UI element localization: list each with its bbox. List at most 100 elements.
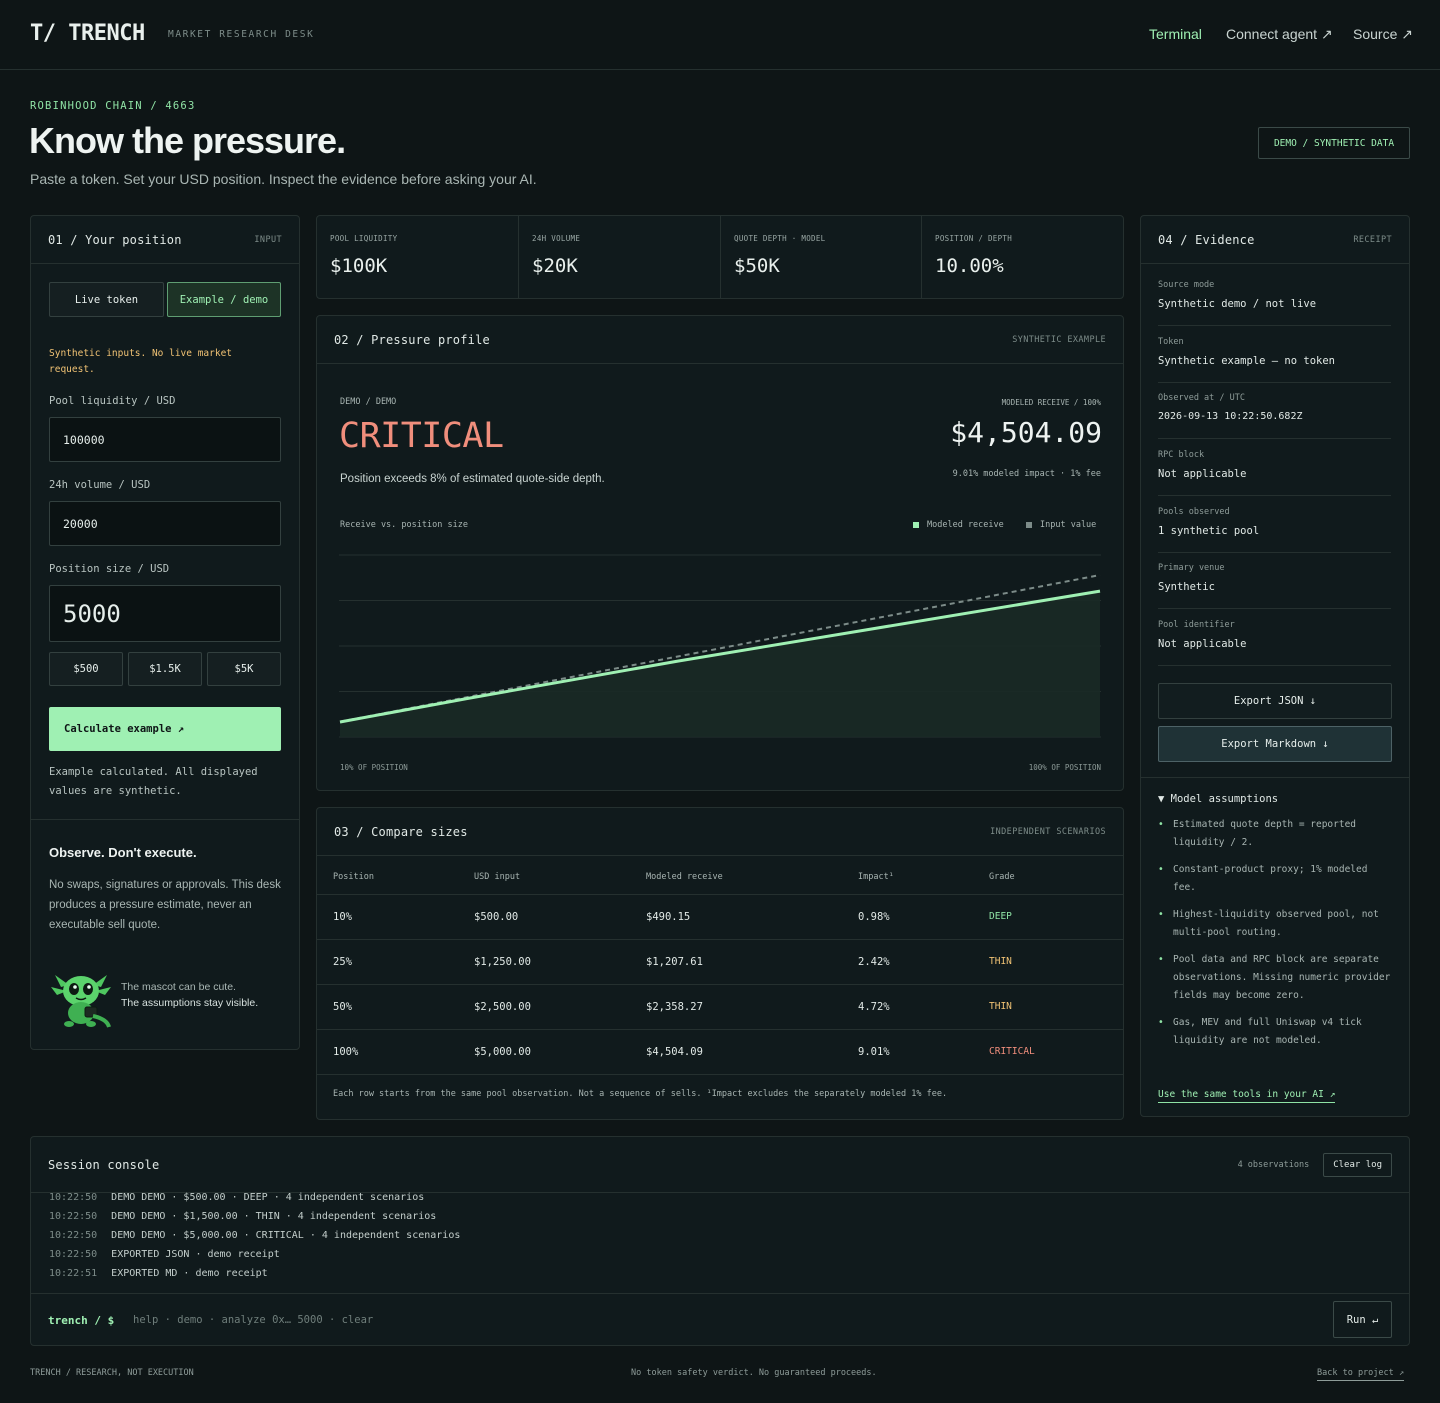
console-log: 10:22:50 DEMO DEMO · $500.00 · DEEP · 4 i…	[49, 1192, 460, 1287]
log-line: 10:22:50 DEMO DEMO · $5,000.00 · CRITICAL…	[49, 1230, 460, 1249]
export-json-label: Export JSON ↓	[1233, 695, 1317, 707]
assumptions-list: Estimated quote depth = reported liquidi…	[1158, 816, 1393, 1059]
export-json-button[interactable]: Export JSON ↓	[1158, 683, 1392, 719]
log-line: 10:22:50 DEMO DEMO · $500.00 · DEEP · 4 i…	[49, 1192, 460, 1211]
cell-receive: $490.15	[630, 894, 842, 940]
log-text: DEMO DEMO · $1,500.00 · THIN · 4 indepen…	[111, 1211, 437, 1222]
cell-position: 25%	[317, 939, 458, 985]
cell-impact: 9.01%	[842, 1029, 973, 1075]
compare-header: 03 / Compare sizes INDEPENDENT SCENARIOS	[317, 808, 1123, 856]
mascot-image	[47, 961, 115, 1031]
position-tag: INPUT	[254, 234, 282, 245]
cell-grade: THIN	[973, 939, 1123, 985]
legend-receive-label: Modeled receive	[927, 520, 1004, 530]
run-button[interactable]: Run ↵	[1333, 1301, 1392, 1338]
preset-500-button[interactable]: $500	[49, 652, 123, 686]
size-value: 5000	[63, 599, 121, 628]
evidence-header: 04 / Evidence RECEIPT	[1141, 216, 1409, 264]
col-modeled-receive: Modeled receive	[630, 860, 842, 895]
grade-critical: CRITICAL	[339, 416, 504, 456]
evidence-value: Not applicable	[1158, 468, 1247, 480]
evidence-label: Primary venue	[1158, 563, 1225, 573]
nav-source[interactable]: Source ↗	[1353, 26, 1413, 43]
mascot-caption-2: The assumptions stay visible.	[121, 997, 259, 1009]
evidence-value: Not applicable	[1158, 638, 1247, 650]
size-label: Position size / USD	[49, 563, 170, 575]
clear-log-button[interactable]: Clear log	[1323, 1152, 1392, 1177]
evidence-value: Synthetic demo / not live	[1158, 298, 1317, 310]
nav-terminal[interactable]: Terminal	[1149, 26, 1202, 42]
footer-left: TRENCH / RESEARCH, NOT EXECUTION	[30, 1368, 194, 1378]
cell-impact: 2.42%	[842, 939, 973, 985]
stat-label: POOL LIQUIDITY	[330, 234, 398, 243]
compare-tag: INDEPENDENT SCENARIOS	[990, 826, 1106, 837]
x-max-label: 100% OF POSITION	[1028, 763, 1101, 772]
cell-position: 50%	[317, 984, 458, 1030]
log-time: 10:22:50	[49, 1230, 98, 1241]
mode-demo-label: Example / demo	[179, 293, 269, 306]
evidence-rpc-block: RPC block Not applicable	[1158, 450, 1391, 496]
hero-eyebrow: ROBINHOOD CHAIN / 4663	[30, 100, 196, 112]
console-prompt: trench / $	[48, 1314, 115, 1327]
evidence-divider	[1141, 777, 1409, 778]
stat-quote-depth: QUOTE DEPTH · MODEL $50K	[721, 216, 922, 298]
nav-connect-agent[interactable]: Connect agent ↗	[1226, 26, 1333, 43]
mode-live-label: Live token	[74, 293, 139, 306]
legend-input-label: Input value	[1040, 520, 1097, 530]
cell-input: $1,250.00	[458, 939, 630, 985]
console-panel: Session console 4 observations Clear log…	[30, 1136, 1410, 1346]
evidence-value: 1 synthetic pool	[1158, 525, 1260, 537]
evidence-pools-observed: Pools observed 1 synthetic pool	[1158, 507, 1391, 553]
cell-grade: DEEP	[973, 894, 1123, 940]
evidence-value: 2026-09-13 10:22:50.682Z	[1158, 411, 1303, 422]
log-text: DEMO DEMO · $5,000.00 · CRITICAL · 4 ind…	[111, 1230, 461, 1241]
mode-live-button[interactable]: Live token	[49, 282, 164, 317]
legend-receive-swatch	[913, 522, 919, 528]
table-row: 50% $2,500.00 $2,358.27 4.72% THIN	[317, 984, 1123, 1030]
cell-impact: 4.72%	[842, 984, 973, 1030]
export-markdown-label: Export Markdown ↓	[1221, 738, 1329, 750]
liquidity-label: Pool liquidity / USD	[49, 395, 176, 407]
volume-input[interactable]: 20000	[49, 501, 281, 546]
console-actions: 4 observations Clear log	[1237, 1152, 1392, 1177]
evidence-title: 04 / Evidence	[1158, 232, 1255, 247]
col-impact: Impact¹	[842, 860, 973, 895]
profile-mode: DEMO / DEMO	[340, 397, 397, 407]
stat-value: $20K	[532, 255, 578, 277]
table-header-row: Position USD input Modeled receive Impac…	[317, 860, 1123, 895]
logo[interactable]: T/ TRENCH	[30, 21, 145, 46]
table-row: 100% $5,000.00 $4,504.09 9.01% CRITICAL	[317, 1029, 1123, 1075]
compare-table: Position USD input Modeled receive Impac…	[317, 860, 1123, 1075]
size-input[interactable]: 5000	[49, 585, 281, 642]
evidence-token: Token Synthetic example — no token	[1158, 337, 1391, 383]
synthetic-notice: Synthetic inputs. No live market request…	[49, 348, 233, 375]
evidence-value: Synthetic	[1158, 581, 1215, 593]
liquidity-input[interactable]: 100000	[49, 417, 281, 462]
log-text: DEMO DEMO · $500.00 · DEEP · 4 independe…	[111, 1192, 425, 1203]
console-input[interactable]: help · demo · analyze 0x… 5000 · clear	[133, 1314, 373, 1326]
run-label: Run ↵	[1346, 1313, 1379, 1326]
cell-position: 100%	[317, 1029, 458, 1075]
calculate-label: Calculate example ↗	[64, 723, 185, 735]
preset-5000-button[interactable]: $5K	[207, 652, 281, 686]
assumptions-toggle[interactable]: ▼ Model assumptions	[1158, 793, 1278, 805]
export-markdown-button[interactable]: Export Markdown ↓	[1158, 726, 1392, 762]
observation-count: 4 observations	[1237, 1159, 1310, 1170]
back-to-project-link[interactable]: Back to project ↗	[1317, 1368, 1404, 1381]
observe-text: No swaps, signatures or approvals. This …	[49, 879, 281, 931]
calculate-button[interactable]: Calculate example ↗	[49, 707, 281, 751]
observe-title: Observe. Don't execute.	[49, 845, 197, 860]
evidence-observed-at: Observed at / UTC 2026-09-13 10:22:50.68…	[1158, 393, 1391, 439]
preset-1500-label: $1.5K	[149, 663, 181, 675]
ai-tools-link[interactable]: Use the same tools in your AI ↗	[1158, 1089, 1336, 1103]
console-input-row: trench / $ help · demo · analyze 0x… 500…	[31, 1293, 1409, 1345]
evidence-pool-identifier: Pool identifier Not applicable	[1158, 620, 1391, 666]
evidence-tag: RECEIPT	[1353, 234, 1392, 245]
demo-badge-label: DEMO / SYNTHETIC DATA	[1273, 137, 1395, 149]
evidence-label: RPC block	[1158, 450, 1205, 460]
receive-value: $4,504.09	[950, 416, 1102, 449]
evidence-label: Token	[1158, 337, 1184, 347]
mascot-caption-1: The mascot can be cute.	[121, 981, 236, 993]
mode-demo-button[interactable]: Example / demo	[167, 282, 281, 317]
preset-1500-button[interactable]: $1.5K	[128, 652, 202, 686]
